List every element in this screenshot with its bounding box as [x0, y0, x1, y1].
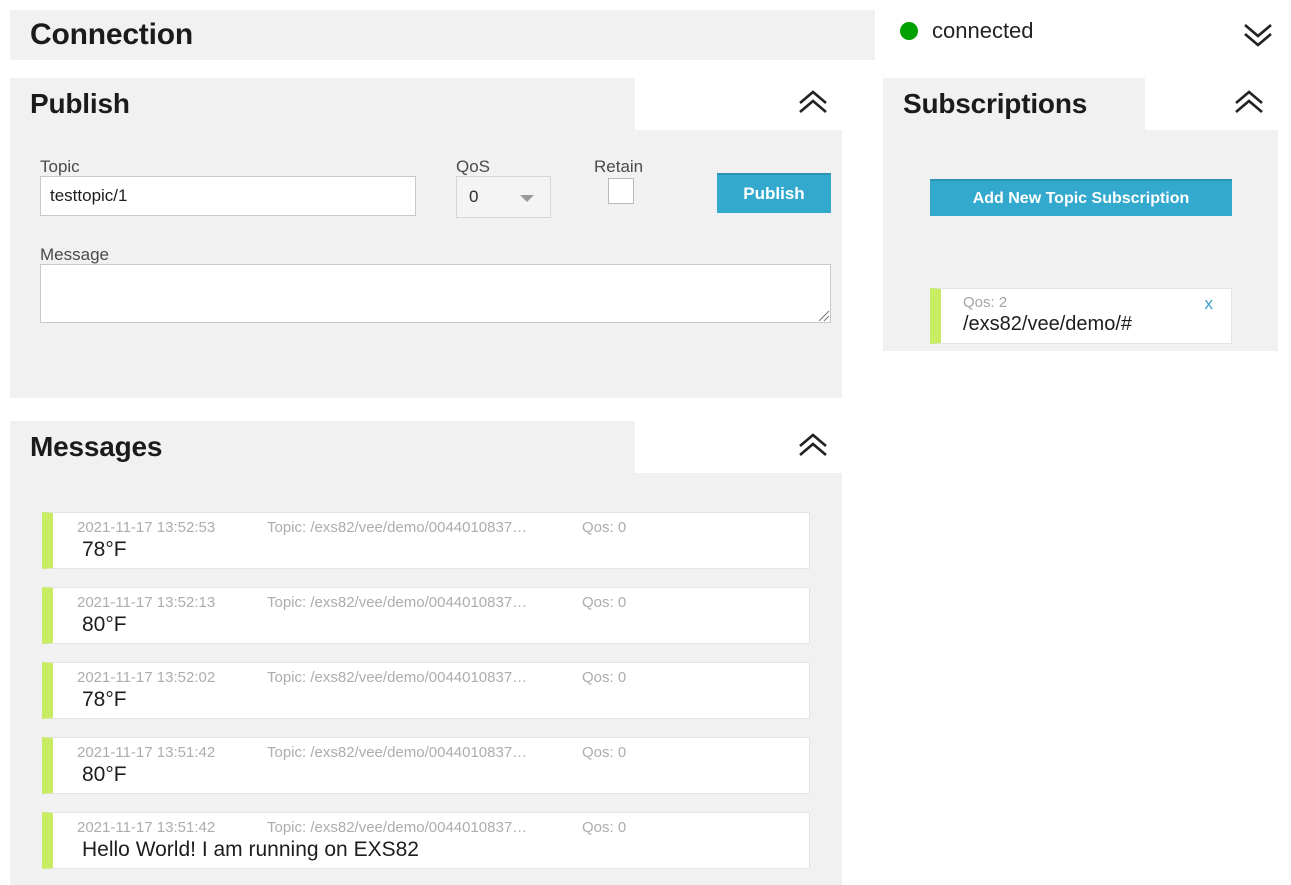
topic-label: Topic — [40, 157, 80, 176]
publish-panel-body: Topic QoS 0 Retain Publish Message — [10, 130, 842, 398]
publish-button[interactable]: Publish — [717, 173, 831, 213]
message-timestamp: 2021-11-17 13:51:42 — [77, 819, 216, 836]
messages-title: Messages — [30, 431, 163, 462]
green-circle-icon — [900, 22, 918, 40]
connection-title: Connection — [30, 18, 193, 51]
connection-panel-header[interactable]: Connection — [10, 10, 875, 60]
remove-subscription-button[interactable]: x — [1205, 294, 1214, 314]
message-payload: 78°F — [82, 538, 127, 561]
message-payload: 78°F — [82, 688, 127, 711]
message-meta: 2021-11-17 13:52:02 Topic: /exs82/vee/dem… — [53, 669, 809, 687]
message-row[interactable]: 2021-11-17 13:52:53 Topic: /exs82/vee/dem… — [42, 512, 810, 569]
message-topic: Topic: /exs82/vee/demo/0044010837… — [267, 594, 528, 611]
message-payload: 80°F — [82, 613, 127, 636]
publish-panel-header: Publish — [10, 78, 842, 130]
message-topic: Topic: /exs82/vee/demo/0044010837… — [267, 819, 528, 836]
message-timestamp: 2021-11-17 13:51:42 — [77, 744, 216, 761]
publish-title: Publish — [30, 88, 130, 119]
message-topic: Topic: /exs82/vee/demo/0044010837… — [267, 669, 528, 686]
subscriptions-title: Subscriptions — [903, 88, 1088, 119]
double-chevron-down-icon[interactable] — [1240, 18, 1276, 50]
message-qos: Qos: 0 — [582, 744, 627, 761]
qos-selected-value: 0 — [469, 187, 479, 206]
subscriptions-panel-header: Subscriptions — [883, 78, 1278, 130]
retain-label: Retain — [594, 157, 644, 176]
message-qos: Qos: 0 — [582, 519, 627, 536]
message-qos: Qos: 0 — [582, 819, 627, 836]
message-topic: Topic: /exs82/vee/demo/0044010837… — [267, 744, 528, 761]
message-row[interactable]: 2021-11-17 13:51:42 Topic: /exs82/vee/dem… — [42, 812, 810, 869]
subscriptions-header-tab[interactable]: Subscriptions — [883, 78, 1145, 130]
messages-header-tab[interactable]: Messages — [10, 421, 635, 473]
subscription-list-item[interactable]: Qos: 2 x /exs82/vee/demo/# — [930, 288, 1232, 344]
message-textarea[interactable] — [40, 264, 831, 323]
publish-panel: Publish Topic QoS 0 Retain Publish Messa… — [10, 78, 842, 398]
connection-status: connected — [900, 18, 1034, 44]
messages-panel-header: Messages — [10, 421, 842, 473]
qos-label: QoS — [456, 157, 491, 176]
connection-status-label: connected — [932, 18, 1034, 43]
message-timestamp: 2021-11-17 13:52:02 — [77, 669, 216, 686]
qos-select[interactable]: 0 — [456, 176, 551, 218]
message-row[interactable]: 2021-11-17 13:52:02 Topic: /exs82/vee/dem… — [42, 662, 810, 719]
retain-checkbox[interactable] — [608, 178, 634, 204]
message-meta: 2021-11-17 13:52:53 Topic: /exs82/vee/dem… — [53, 519, 809, 537]
subscriptions-panel: Subscriptions Add New Topic Subscription… — [883, 78, 1278, 351]
message-meta: 2021-11-17 13:51:42 Topic: /exs82/vee/dem… — [53, 819, 809, 837]
messages-list: 2021-11-17 13:52:53 Topic: /exs82/vee/dem… — [10, 473, 842, 885]
message-row[interactable]: 2021-11-17 13:52:13 Topic: /exs82/vee/dem… — [42, 587, 810, 644]
topic-input[interactable] — [40, 176, 416, 216]
message-qos: Qos: 0 — [582, 594, 627, 611]
mqtt-client-page: Connection connected Publish Topic testt… — [0, 0, 1291, 885]
publish-header-tab[interactable]: Publish — [10, 78, 635, 130]
messages-panel: Messages 2021-11-17 13:52:53 Topic: /exs8… — [10, 421, 842, 885]
message-row[interactable]: 2021-11-17 13:51:42 Topic: /exs82/vee/dem… — [42, 737, 810, 794]
message-qos: Qos: 0 — [582, 669, 627, 686]
messages-collapse-double-chevron-up-icon[interactable] — [796, 431, 830, 461]
subscription-topic: /exs82/vee/demo/# — [963, 313, 1132, 335]
message-meta: 2021-11-17 13:51:42 Topic: /exs82/vee/dem… — [53, 744, 809, 762]
message-payload: Hello World! I am running on EXS82 — [82, 838, 419, 861]
message-payload: 80°F — [82, 763, 127, 786]
subscriptions-collapse-double-chevron-up-icon[interactable] — [1232, 88, 1266, 118]
add-new-topic-subscription-button[interactable]: Add New Topic Subscription — [930, 179, 1232, 216]
subscriptions-panel-body: Add New Topic Subscription Qos: 2 x /exs… — [883, 130, 1278, 351]
message-label: Message — [40, 245, 109, 264]
subscription-qos: Qos: 2 — [963, 294, 1008, 311]
message-meta: 2021-11-17 13:52:13 Topic: /exs82/vee/dem… — [53, 594, 809, 612]
message-topic: Topic: /exs82/vee/demo/0044010837… — [267, 519, 528, 536]
caret-down-icon — [520, 195, 534, 202]
message-timestamp: 2021-11-17 13:52:13 — [77, 594, 216, 611]
message-timestamp: 2021-11-17 13:52:53 — [77, 519, 216, 536]
publish-collapse-double-chevron-up-icon[interactable] — [796, 88, 830, 118]
